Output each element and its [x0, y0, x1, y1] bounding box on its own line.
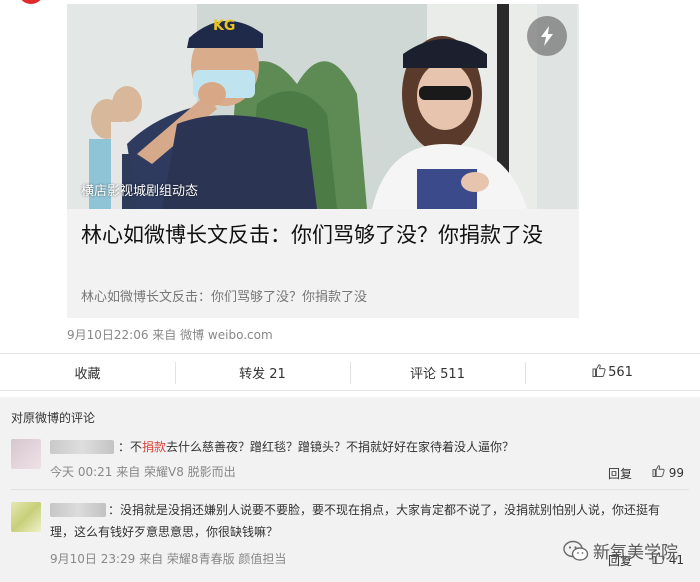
comment-divider [11, 489, 689, 490]
commenter-name-blurred[interactable] [50, 503, 106, 517]
like-button[interactable]: 561 [525, 354, 700, 390]
comment-keyword-link[interactable]: 捐款 [142, 440, 166, 454]
article-cover-image[interactable]: KG 横店影视城剧组动态 [67, 4, 579, 209]
comment-like-count: 99 [668, 466, 684, 480]
comment-text-prefix: ：不 [118, 440, 143, 454]
commenter-avatar[interactable] [11, 439, 41, 469]
article-summary: 林心如微博长文反击：你们骂够了没？你捐款了没 [81, 290, 368, 305]
comment-button[interactable]: 评论 511 [350, 354, 525, 390]
author-avatar[interactable] [18, 0, 44, 4]
thumbs-up-icon [592, 363, 606, 381]
comment-text-rest: 去什么慈善夜？蹭红毯？蹭镜头？不捐就好好在家待着没人逼你？ [166, 440, 515, 454]
favorite-button[interactable]: 收藏 [0, 354, 175, 390]
svg-text:KG: KG [213, 18, 235, 34]
brand-label: 新氧美学院 [593, 543, 678, 563]
comment-text: ：不捐款去什么慈善夜？蹭红毯？蹭镜头？不捐就好好在家待着没人逼你？ [118, 437, 514, 457]
comments-header: 对原微博的评论 [11, 411, 96, 425]
commenter-avatar[interactable] [11, 502, 41, 532]
article-title[interactable]: 林心如微博长文反击：你们骂够了没？你捐款了没 [81, 222, 567, 249]
comment-text-line2: 理，这么有钱好歹意思意思，你很缺钱嘛？ [50, 525, 279, 539]
commenter-name-blurred[interactable] [50, 440, 114, 454]
like-count: 561 [608, 364, 633, 380]
reply-button[interactable]: 回复 [608, 465, 632, 482]
action-bar: 收藏 转发 21 评论 511 561 [0, 353, 700, 391]
comment-text-line1: ：没捐就是没捐还嫌别人说要不要脸，要不现在捐点，大家肯定都不说了，没捐就别怕别人… [108, 503, 661, 517]
thumbs-up-icon [652, 465, 665, 480]
comment-like-button[interactable]: 99 [652, 465, 684, 480]
wechat-icon [563, 540, 589, 561]
lightning-icon[interactable] [527, 16, 567, 56]
comment-meta: 今天 00:21 来自 荣耀V8 脱影而出 [50, 465, 236, 479]
cover-photo: KG [67, 4, 579, 209]
post-meta: 9月10日22:06 来自 微博 weibo.com [67, 328, 273, 342]
comment-meta: 9月10日 23:29 来自 荣耀8青春版 颜值担当 [50, 552, 287, 566]
article-card[interactable]: KG 横店影视城剧组动态 林心如微博长文反击：你们骂够了没？你捐款了没 林心如微… [67, 4, 579, 318]
brand-watermark: 新氧美学院 [563, 538, 678, 563]
comment-label: 评论 511 [410, 366, 465, 382]
repost-button[interactable]: 转发 21 [175, 354, 350, 390]
repost-label: 转发 21 [239, 366, 286, 382]
image-watermark: 横店影视城剧组动态 [81, 184, 199, 199]
favorite-label: 收藏 [74, 366, 101, 382]
